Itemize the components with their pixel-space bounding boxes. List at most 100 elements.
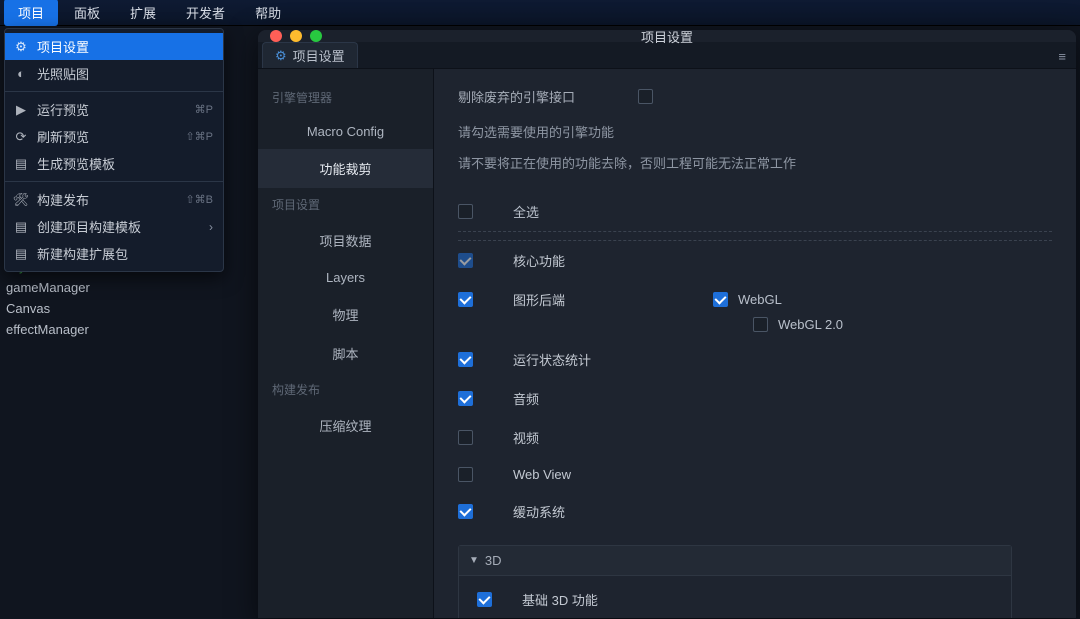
minimize-icon[interactable]: [290, 30, 302, 42]
menu-label: 刷新预览: [37, 127, 177, 146]
feature-tween: 缓动系统: [458, 492, 1012, 531]
feature-graphics-backend: 图形后端 WebGL WebGL 2.0: [458, 280, 1012, 332]
doc-icon: ▤: [13, 219, 29, 235]
tabstrip: ⚙ 项目设置 ≡: [258, 42, 1076, 69]
gear-icon: ⚙: [275, 48, 287, 64]
feature-list: 核心功能 图形后端 WebGL: [458, 240, 1052, 618]
sidebar-item-physics[interactable]: 物理: [258, 295, 433, 334]
select-all-checkbox[interactable]: [458, 204, 473, 219]
menu-label: 项目设置: [37, 37, 213, 56]
zoom-icon[interactable]: [310, 30, 322, 42]
modal-body: 引擎管理器 Macro Config 功能裁剪 项目设置 项目数据 Layers…: [258, 69, 1076, 618]
feature-label: 缓动系统: [513, 502, 673, 521]
menu-item-new-build-ext[interactable]: ▤ 新建构建扩展包: [5, 240, 223, 267]
node-effectmanager[interactable]: effectManager: [0, 319, 130, 340]
sub-label: WebGL 2.0: [778, 317, 843, 332]
menu-item-gen-preview-template[interactable]: ▤ 生成预览模板: [5, 150, 223, 177]
menu-panel[interactable]: 面板: [60, 0, 114, 26]
checkbox-stats[interactable]: [458, 352, 473, 367]
checkbox-video[interactable]: [458, 430, 473, 445]
section-3d: ▼ 3D 基础 3D 功能: [458, 545, 1012, 618]
menu-separator: [5, 181, 223, 182]
chevron-right-icon: ›: [209, 220, 213, 234]
feature-label: 音频: [513, 389, 673, 408]
doc-icon: ▤: [13, 246, 29, 262]
row-cull-deprecated: 剔除废弃的引擎接口: [458, 87, 1052, 106]
sub-label: WebGL: [738, 292, 782, 307]
settings-panel: 剔除废弃的引擎接口 请勾选需要使用的引擎功能 请不要将正在使用的功能去除，否则工…: [434, 69, 1076, 618]
select-all-label: 全选: [513, 202, 539, 221]
section-3d-title: 3D: [485, 553, 502, 568]
node-gamemanager[interactable]: gameManager: [0, 277, 130, 298]
shortcut: ⇧⌘B: [185, 193, 213, 206]
sun-icon: ◐: [13, 66, 29, 82]
feature-video: 视频: [458, 418, 1012, 457]
menubar: 项目 面板 扩展 开发者 帮助: [0, 0, 1080, 26]
group-engine-manager: 引擎管理器: [258, 81, 433, 114]
feature-webview: Web View: [458, 457, 1012, 492]
hamburger-icon[interactable]: ≡: [1052, 45, 1072, 68]
menu-item-lightmap[interactable]: ◐ 光照贴图: [5, 60, 223, 87]
feature-label: 图形后端: [513, 290, 673, 309]
checkbox-webgl[interactable]: [713, 292, 728, 307]
menu-item-run-preview[interactable]: ▶ 运行预览 ⌘P: [5, 96, 223, 123]
menu-label: 新建构建扩展包: [37, 244, 213, 263]
group-build: 构建发布: [258, 373, 433, 406]
shortcut: ⌘P: [195, 103, 213, 116]
tools-icon: 🛠: [13, 192, 29, 208]
play-icon: ▶: [13, 102, 29, 118]
checkbox-audio[interactable]: [458, 391, 473, 406]
feature-label: 视频: [513, 428, 673, 447]
menu-help[interactable]: 帮助: [241, 0, 295, 26]
checkbox-core[interactable]: [458, 253, 473, 268]
node-canvas[interactable]: Canvas: [0, 298, 130, 319]
menu-label: 生成预览模板: [37, 154, 213, 173]
feature-label: Web View: [513, 467, 673, 482]
checkbox-webview[interactable]: [458, 467, 473, 482]
menu-item-refresh-preview[interactable]: ⟳ 刷新预览 ⇧⌘P: [5, 123, 223, 150]
feature-audio: 音频: [458, 379, 1012, 418]
menu-developer[interactable]: 开发者: [172, 0, 239, 26]
checkbox-webgl2[interactable]: [753, 317, 768, 332]
menu-separator: [5, 91, 223, 92]
project-menu-dropdown: ⚙ 项目设置 ◐ 光照贴图 ▶ 运行预览 ⌘P ⟳ 刷新预览 ⇧⌘P ▤ 生成预…: [4, 28, 224, 272]
hint-1: 请勾选需要使用的引擎功能: [458, 122, 1052, 141]
menu-item-project-settings[interactable]: ⚙ 项目设置: [5, 33, 223, 60]
menu-label: 光照贴图: [37, 64, 213, 83]
reload-icon: ⟳: [13, 129, 29, 145]
sidebar-item-feature-crop[interactable]: 功能裁剪: [258, 149, 433, 188]
menu-item-build[interactable]: 🛠 构建发布 ⇧⌘B: [5, 186, 223, 213]
feature-label: 运行状态统计: [513, 350, 673, 369]
gear-icon: ⚙: [13, 39, 29, 55]
section-3d-header[interactable]: ▼ 3D: [459, 546, 1011, 576]
chevron-down-icon: ▼: [469, 555, 479, 566]
menu-label: 构建发布: [37, 190, 177, 209]
project-settings-window: 项目设置 ⚙ 项目设置 ≡ 引擎管理器 Macro Config 功能裁剪 项目…: [258, 30, 1076, 618]
checkbox-base-3d[interactable]: [477, 592, 492, 607]
shortcut: ⇧⌘P: [185, 130, 213, 143]
titlebar: 项目设置: [258, 30, 1076, 42]
menu-item-create-build-template[interactable]: ▤ 创建项目构建模板 ›: [5, 213, 223, 240]
close-icon[interactable]: [270, 30, 282, 42]
cull-checkbox[interactable]: [638, 89, 653, 104]
sidebar-item-macro-config[interactable]: Macro Config: [258, 114, 433, 149]
menu-label: 创建项目构建模板: [37, 217, 201, 236]
sidebar-item-compress-texture[interactable]: 压缩纹理: [258, 406, 433, 445]
row-select-all: 全选: [458, 190, 1052, 232]
feature-core: 核心功能: [458, 241, 1012, 280]
hint-2: 请不要将正在使用的功能去除，否则工程可能无法正常工作: [458, 153, 1052, 172]
traffic-lights: [270, 30, 322, 42]
sidebar-item-project-data[interactable]: 项目数据: [258, 221, 433, 260]
feature-label: 核心功能: [513, 251, 673, 270]
feature-base-3d: 基础 3D 功能: [477, 588, 993, 611]
sidebar-item-script[interactable]: 脚本: [258, 334, 433, 373]
checkbox-graphics[interactable]: [458, 292, 473, 307]
checkbox-tween[interactable]: [458, 504, 473, 519]
menu-project[interactable]: 项目: [4, 0, 58, 26]
menu-extension[interactable]: 扩展: [116, 0, 170, 26]
workspace: skyBox gameManager Canvas effectManager …: [0, 26, 1080, 619]
tab-label: 项目设置: [293, 46, 345, 65]
feature-stats: 运行状态统计: [458, 340, 1012, 379]
sidebar-item-layers[interactable]: Layers: [258, 260, 433, 295]
tab-project-settings[interactable]: ⚙ 项目设置: [262, 42, 358, 68]
